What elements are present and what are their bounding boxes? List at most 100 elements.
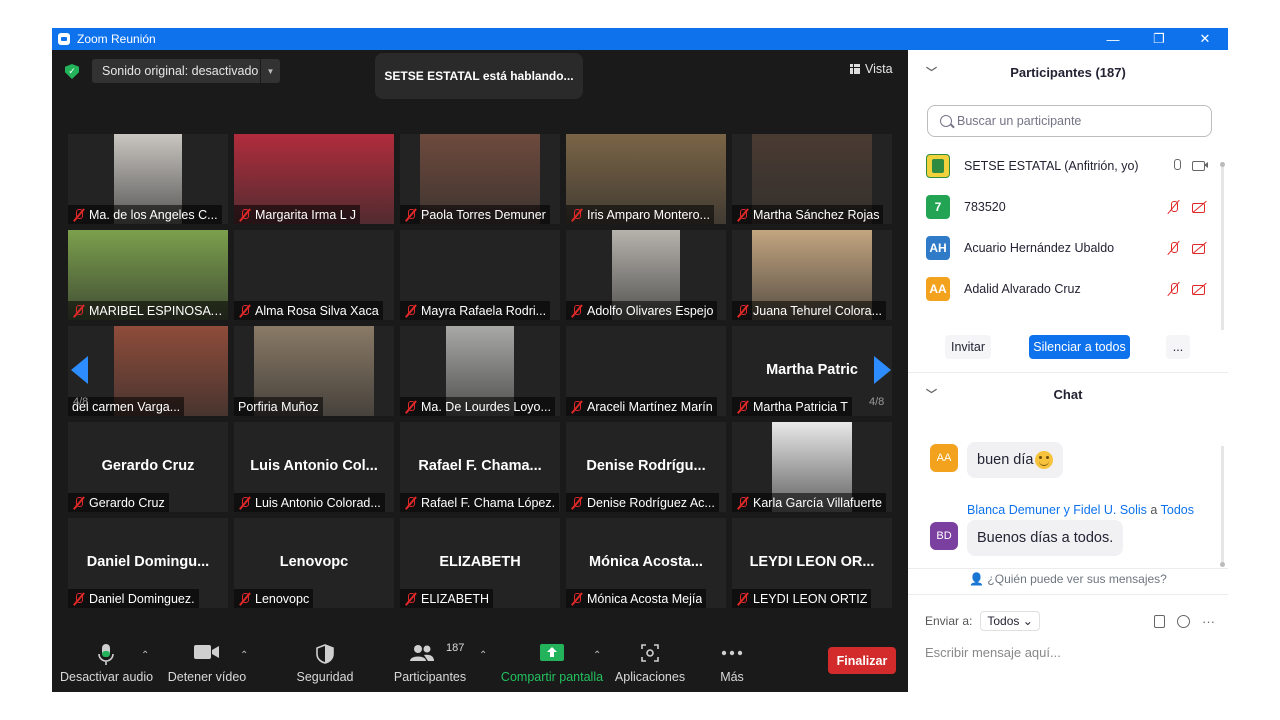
emoji-picker-icon[interactable]: [1177, 614, 1190, 628]
chat-scrollbar[interactable]: [1221, 446, 1224, 564]
security-button[interactable]: Seguridad: [284, 630, 366, 692]
mute-audio-button[interactable]: Desactivar audio: [60, 630, 153, 692]
video-tile[interactable]: Karla García Villafuerte: [732, 422, 892, 512]
participant-search-input[interactable]: Buscar un participante: [927, 105, 1212, 137]
participant-row[interactable]: SETSE ESTATAL (Anfitrión, yo): [926, 145, 1216, 186]
audio-options-caret-icon[interactable]: ⌃: [141, 650, 149, 661]
tile-name-bar: Araceli Martínez Marín: [566, 397, 717, 416]
participant-list-name: Acuario Hernández Ubaldo: [964, 240, 1115, 255]
mic-muted-icon: [736, 400, 750, 414]
video-options-caret-icon[interactable]: ⌃: [240, 650, 248, 661]
previous-page-arrow-icon[interactable]: [71, 356, 88, 384]
mute-all-button[interactable]: Silenciar a todos: [1029, 335, 1130, 359]
microphone-icon[interactable]: [1172, 158, 1182, 173]
mic-muted-icon: [570, 496, 584, 510]
participants-button[interactable]: 187 Participantes: [386, 630, 474, 692]
view-button[interactable]: Vista: [850, 62, 893, 76]
video-tile[interactable]: Denise Rodrígu... Denise Rodríguez Ac...: [566, 422, 726, 512]
video-tile[interactable]: MARIBEL ESPINOSA V...: [68, 230, 228, 320]
video-tile[interactable]: Mónica Acosta... Mónica Acosta Mejía: [566, 518, 726, 608]
send-to-select[interactable]: Todos ⌄: [980, 611, 1040, 631]
mic-muted-icon[interactable]: [1166, 200, 1182, 214]
apps-button[interactable]: Aplicaciones: [612, 630, 688, 692]
video-tile[interactable]: Araceli Martínez Marín: [566, 326, 726, 416]
participants-list: SETSE ESTATAL (Anfitrión, yo) 7 783520 AH Ac…: [926, 145, 1216, 320]
tile-name-bar: Rafael F. Chama López.: [400, 493, 560, 512]
video-tile[interactable]: Juana Tehurel Colora...: [732, 230, 892, 320]
chat-collapse-chevron-icon[interactable]: ﹀: [926, 386, 937, 402]
mic-muted-icon: [404, 304, 418, 318]
video-tile[interactable]: ELIZABETH ELIZABETH: [400, 518, 560, 608]
chat-message-1-text: buen día: [977, 452, 1034, 468]
mic-muted-icon: [736, 208, 750, 222]
participant-row[interactable]: 7 783520: [926, 186, 1216, 227]
original-sound-toggle[interactable]: Sonido original: desactivado ▼: [92, 59, 280, 83]
participants-label: Participantes: [393, 670, 467, 684]
file-icon[interactable]: [1154, 614, 1165, 628]
video-tile[interactable]: Paola Torres Demuner: [400, 134, 560, 224]
mic-muted-icon[interactable]: [1166, 241, 1182, 255]
participant-name: Adolfo Olivares Espejo: [587, 303, 714, 318]
share-screen-button[interactable]: Compartir pantalla: [500, 630, 604, 692]
stop-video-button[interactable]: Detener vídeo: [164, 630, 250, 692]
video-tile[interactable]: Luis Antonio Col... Luis Antonio Colorad.…: [234, 422, 394, 512]
chat-message-input[interactable]: Escribir mensaje aquí...: [925, 641, 1215, 663]
video-camera-icon[interactable]: [1192, 159, 1208, 171]
participants-scrollbar[interactable]: [1221, 162, 1224, 330]
participant-actions: Invitar Silenciar a todos ...: [908, 332, 1228, 372]
share-options-caret-icon[interactable]: ⌃: [593, 650, 601, 661]
participants-count-badge: 187: [446, 642, 465, 654]
video-tile[interactable]: Mayra Rafaela Rodri...: [400, 230, 560, 320]
chat-scroll-bottom-icon[interactable]: [1220, 562, 1225, 567]
participant-row[interactable]: AH Acuario Hernández Ubaldo: [926, 227, 1216, 268]
restore-button[interactable]: ❐: [1136, 28, 1182, 50]
chevron-down-icon[interactable]: ▼: [260, 59, 280, 83]
tile-name-bar: Karla García Villafuerte: [732, 493, 886, 512]
mic-muted-icon: [570, 208, 584, 222]
video-off-icon[interactable]: [1192, 282, 1208, 296]
participant-name: Daniel Dominguez.: [89, 591, 195, 606]
end-meeting-button[interactable]: Finalizar: [828, 647, 896, 674]
send-to-label: Enviar a:: [925, 614, 973, 628]
video-tile[interactable]: Daniel Domingu... Daniel Dominguez.: [68, 518, 228, 608]
video-tile[interactable]: Iris Amparo Montero...: [566, 134, 726, 224]
title-bar: Zoom Reunión — ❐ ✕: [52, 28, 1228, 50]
video-tile[interactable]: LEYDI LEON OR... LEYDI LEON ORTIZ: [732, 518, 892, 608]
video-tile[interactable]: Margarita Irma L J: [234, 134, 394, 224]
composer-more-icon[interactable]: ···: [1202, 614, 1215, 629]
minimize-button[interactable]: —: [1090, 28, 1136, 50]
video-off-icon[interactable]: [1192, 200, 1208, 214]
more-label: Más: [720, 670, 744, 684]
mic-muted-icon[interactable]: [1166, 282, 1182, 296]
participants-more-button[interactable]: ...: [1166, 335, 1190, 359]
participant-status-icons: [1172, 158, 1208, 173]
video-tile[interactable]: Ma. de los Angeles C...: [68, 134, 228, 224]
zoom-app-icon: [58, 33, 70, 45]
participant-name: Juana Tehurel Colora...: [753, 303, 883, 318]
participant-name: Porfiria Muñoz: [238, 399, 319, 414]
chat-message-2: Buenos días a todos.: [967, 520, 1124, 556]
video-tile[interactable]: Adolfo Olivares Espejo: [566, 230, 726, 320]
video-tile[interactable]: Rafael F. Chama... Rafael F. Chama López.: [400, 422, 560, 512]
encryption-shield-icon[interactable]: ✓: [65, 64, 79, 79]
video-tile[interactable]: Porfiria Muñoz: [234, 326, 394, 416]
participants-options-caret-icon[interactable]: ⌃: [479, 650, 487, 661]
video-off-icon[interactable]: [1192, 241, 1208, 255]
video-tile[interactable]: Gerardo Cruz Gerardo Cruz: [68, 422, 228, 512]
chat-route-line: Blanca Demuner y Fidel U. Solis a Todos: [967, 503, 1194, 517]
next-page-arrow-icon[interactable]: [874, 356, 891, 384]
video-tile[interactable]: Martha Patric Martha Patricia T: [732, 326, 892, 416]
participant-status-icons: [1166, 282, 1208, 296]
collapse-chevron-icon[interactable]: ﹀: [926, 64, 937, 80]
participant-row[interactable]: AA Adalid Alvarado Cruz: [926, 268, 1216, 309]
invite-button[interactable]: Invitar: [945, 335, 991, 359]
who-can-see-link[interactable]: 👤 ¿Quién puede ver sus mensajes?: [908, 572, 1228, 586]
more-button[interactable]: Más: [702, 630, 762, 692]
close-button[interactable]: ✕: [1182, 28, 1228, 50]
video-tile[interactable]: Alma Rosa Silva Xaca: [234, 230, 394, 320]
video-tile[interactable]: del carmen Varga...: [68, 326, 228, 416]
video-tile[interactable]: Martha Sánchez Rojas: [732, 134, 892, 224]
video-tile[interactable]: Ma. De Lourdes Loyo...: [400, 326, 560, 416]
video-tile[interactable]: Lenovopc Lenovopc: [234, 518, 394, 608]
participants-scroll-top-icon[interactable]: [1220, 162, 1225, 167]
